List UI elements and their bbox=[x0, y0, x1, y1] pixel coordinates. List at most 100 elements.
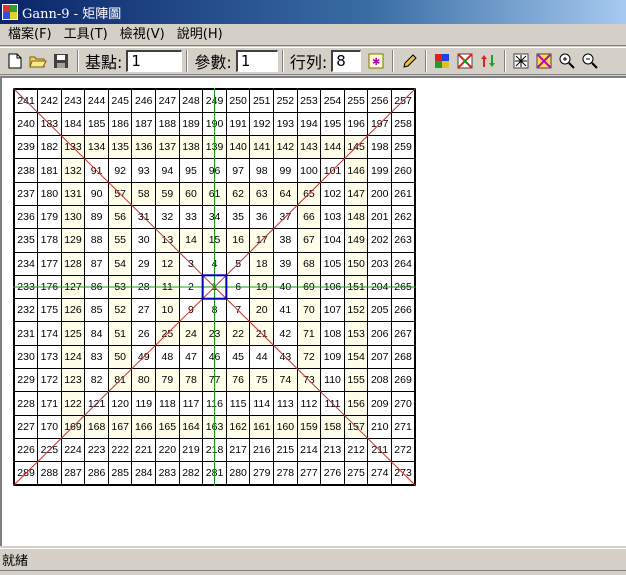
grid-cell[interactable]: 33 bbox=[178, 204, 204, 230]
grid-cell[interactable]: 129 bbox=[60, 228, 86, 253]
grid-cell[interactable]: 24 bbox=[178, 321, 204, 346]
grid-cell[interactable]: 158 bbox=[320, 414, 345, 439]
grid-cell[interactable]: 267 bbox=[391, 321, 416, 346]
matrix-canvas[interactable]: 241 242 243 244 245 246 247 248 249 250 251 252 253 2… bbox=[0, 76, 626, 546]
grid-cell[interactable]: 2 bbox=[178, 274, 204, 300]
grid-cell[interactable]: 39 bbox=[273, 251, 298, 276]
grid-cell[interactable]: 246 bbox=[131, 88, 157, 113]
grid-cell[interactable]: 79 bbox=[155, 368, 180, 393]
grid-cell[interactable]: 27 bbox=[131, 298, 157, 323]
grid-cell[interactable]: 3 bbox=[178, 251, 204, 276]
grid-cell[interactable]: 218 bbox=[202, 437, 227, 463]
grid-cell[interactable]: 191 bbox=[225, 111, 251, 137]
grid-cell[interactable]: 140 bbox=[225, 135, 251, 160]
grid-cell[interactable]: 198 bbox=[367, 135, 392, 160]
grid-cell[interactable]: 30 bbox=[131, 228, 157, 253]
grid-cell[interactable]: 55 bbox=[107, 228, 133, 253]
grid-cell[interactable]: 260 bbox=[391, 158, 416, 183]
grid-cell[interactable]: 62 bbox=[225, 181, 251, 206]
grid-cell[interactable]: 139 bbox=[202, 135, 227, 160]
grid-cell[interactable]: 237 bbox=[13, 181, 39, 206]
grid-cell[interactable]: 261 bbox=[391, 181, 416, 206]
grid-cell[interactable]: 23 bbox=[202, 321, 227, 346]
grid-cell[interactable]: 169 bbox=[60, 414, 86, 439]
grid-cell[interactable]: 280 bbox=[225, 461, 251, 486]
grid-cell[interactable]: 88 bbox=[84, 228, 109, 253]
grid-cell[interactable]: 42 bbox=[273, 321, 298, 346]
grid-cell[interactable]: 217 bbox=[225, 437, 251, 463]
grid-cell[interactable]: 93 bbox=[131, 158, 157, 183]
grid-cell[interactable]: 43 bbox=[273, 344, 298, 370]
grid-cell[interactable]: 221 bbox=[131, 437, 157, 463]
grid-cell[interactable]: 284 bbox=[131, 461, 157, 486]
grid-cell[interactable]: 54 bbox=[107, 251, 133, 276]
grid-cell[interactable]: 127 bbox=[60, 274, 86, 300]
grid-cell[interactable]: 63 bbox=[249, 181, 275, 206]
grid-cell[interactable]: 135 bbox=[107, 135, 133, 160]
grid-cell[interactable]: 275 bbox=[343, 461, 369, 486]
grid-cell[interactable]: 40 bbox=[273, 274, 298, 300]
grid-cell[interactable]: 106 bbox=[320, 274, 345, 300]
grid-cell[interactable]: 186 bbox=[107, 111, 133, 137]
grid-cell[interactable]: 144 bbox=[320, 135, 345, 160]
grid-cell[interactable]: 130 bbox=[60, 204, 86, 230]
grid-cell[interactable]: 85 bbox=[84, 298, 109, 323]
grid-cell[interactable]: 171 bbox=[37, 391, 62, 416]
grid-cell[interactable]: 228 bbox=[13, 391, 39, 416]
grid-cell[interactable]: 152 bbox=[343, 298, 369, 323]
base-input[interactable]: 1 bbox=[126, 50, 183, 72]
grid-cell[interactable]: 134 bbox=[84, 135, 109, 160]
grid-cell[interactable]: 180 bbox=[37, 181, 62, 206]
grid-cell[interactable]: 133 bbox=[60, 135, 86, 160]
grid-cell[interactable]: 163 bbox=[202, 414, 227, 439]
menu-help[interactable]: 說明(H) bbox=[171, 25, 229, 45]
grid-cell[interactable]: 201 bbox=[367, 204, 392, 230]
grid-cell[interactable]: 183 bbox=[37, 111, 62, 137]
grid-cell[interactable]: 13 bbox=[155, 228, 180, 253]
grid-cell[interactable]: 194 bbox=[296, 111, 322, 137]
grid-cell[interactable]: 147 bbox=[343, 181, 369, 206]
grid-cell[interactable]: 48 bbox=[155, 344, 180, 370]
grid-cell[interactable]: 47 bbox=[178, 344, 204, 370]
grid-cell[interactable]: 57 bbox=[107, 181, 133, 206]
grid-cell[interactable]: 287 bbox=[60, 461, 86, 486]
grid-cell[interactable]: 279 bbox=[249, 461, 275, 486]
grid-cell[interactable]: 187 bbox=[131, 111, 157, 137]
grid-cell[interactable]: 211 bbox=[367, 437, 392, 463]
grid-cell[interactable]: 72 bbox=[296, 344, 322, 370]
grid-cell[interactable]: 240 bbox=[13, 111, 39, 137]
grid-cell[interactable]: 29 bbox=[131, 251, 157, 276]
grid-cell[interactable]: 262 bbox=[391, 204, 416, 230]
grid-cell[interactable]: 177 bbox=[37, 251, 62, 276]
grid-cell[interactable]: 223 bbox=[84, 437, 109, 463]
grid-cell[interactable]: 214 bbox=[296, 437, 322, 463]
grid-cell[interactable]: 249 bbox=[202, 88, 227, 113]
grid-cell[interactable]: 195 bbox=[320, 111, 345, 137]
grid-cell[interactable]: 224 bbox=[60, 437, 86, 463]
grid-cell[interactable]: 162 bbox=[225, 414, 251, 439]
menu-view[interactable]: 檢視(V) bbox=[114, 25, 171, 45]
open-folder-icon[interactable] bbox=[27, 50, 49, 72]
grid-cell[interactable]: 78 bbox=[178, 368, 204, 393]
grid-cell[interactable]: 102 bbox=[320, 181, 345, 206]
grid-cell[interactable]: 32 bbox=[155, 204, 180, 230]
grid-cell[interactable]: 235 bbox=[13, 228, 39, 253]
grid-cell[interactable]: 241 bbox=[13, 88, 39, 113]
grid-cell[interactable]: 132 bbox=[60, 158, 86, 183]
grid-cell[interactable]: 143 bbox=[296, 135, 322, 160]
grid-cell[interactable]: 25 bbox=[155, 321, 180, 346]
grid-cell[interactable]: 199 bbox=[367, 158, 392, 183]
grid-cell[interactable]: 192 bbox=[249, 111, 275, 137]
grid-cell[interactable]: 21 bbox=[249, 321, 275, 346]
grid-cell[interactable]: 38 bbox=[273, 228, 298, 253]
grid-cell[interactable]: 12 bbox=[155, 251, 180, 276]
grid-cell[interactable]: 37 bbox=[273, 204, 298, 230]
grid-cell[interactable]: 74 bbox=[273, 368, 298, 393]
grid-cell[interactable]: 34 bbox=[202, 204, 227, 230]
new-file-icon[interactable] bbox=[4, 50, 26, 72]
grid-cell[interactable]: 52 bbox=[107, 298, 133, 323]
grid-cell[interactable]: 126 bbox=[60, 298, 86, 323]
grid-cell[interactable]: 173 bbox=[37, 344, 62, 370]
grid-cell[interactable]: 185 bbox=[84, 111, 109, 137]
grid-cell[interactable]: 244 bbox=[84, 88, 109, 113]
